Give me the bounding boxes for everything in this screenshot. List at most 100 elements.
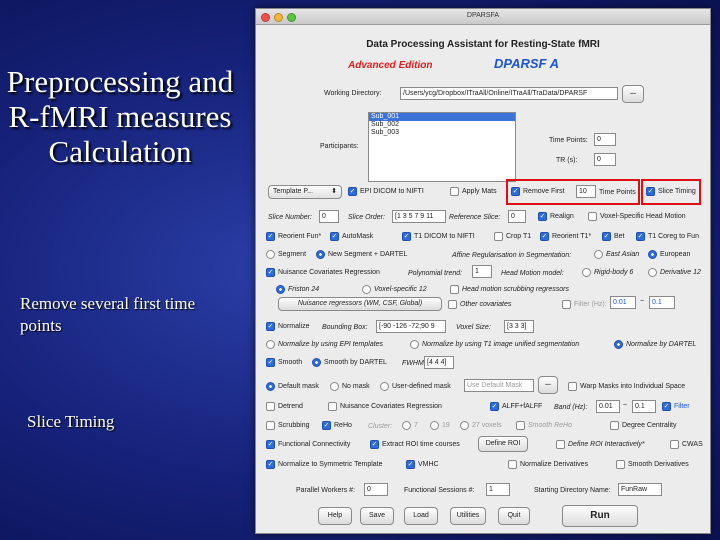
reho-checkbox[interactable]: ReHo xyxy=(322,421,352,430)
cluster-7-radio[interactable]: 7 xyxy=(402,421,418,430)
working-directory-browse-button[interactable]: ... xyxy=(622,85,644,103)
checkbox-icon xyxy=(450,285,459,294)
template-parameters-select[interactable]: Template P... ⬍ xyxy=(268,185,342,199)
other-covariates-checkbox[interactable]: Other covariates xyxy=(448,300,511,309)
checkbox-icon xyxy=(450,187,459,196)
mask-path-input[interactable]: Use Default Mask xyxy=(464,379,534,392)
quit-button[interactable]: Quit xyxy=(498,507,530,525)
reorient-fun-checkbox[interactable]: Reorient Fun* xyxy=(266,232,321,241)
note-remove-first: Remove several first time points xyxy=(20,294,196,335)
slice-timing-checkbox[interactable]: Slice Timing xyxy=(646,187,696,196)
filter-low-input[interactable]: 0.01 xyxy=(610,296,636,309)
reorient-t1-checkbox[interactable]: Reorient T1* xyxy=(540,232,591,241)
apply-mats-checkbox[interactable]: Apply Mats xyxy=(450,187,497,196)
extract-roi-checkbox[interactable]: Extract ROI time courses xyxy=(370,440,460,449)
cwas-checkbox[interactable]: CWAS xyxy=(670,440,703,449)
remove-first-checkbox[interactable]: Remove First xyxy=(511,187,565,196)
filter-checkbox[interactable]: Filter (Hz): xyxy=(562,300,607,309)
checkbox-icon xyxy=(322,421,331,430)
functional-connectivity-checkbox[interactable]: Functional Connectivity xyxy=(266,440,350,449)
mask-browse-button[interactable]: ... xyxy=(538,376,558,394)
utilities-button[interactable]: Utilities xyxy=(450,507,486,525)
working-directory-input[interactable]: /Users/ycg/Dropbox/ITraAll/Online/ITraAl… xyxy=(400,87,618,100)
alff-falff-checkbox[interactable]: ALFF+fALFF xyxy=(490,402,542,411)
automask-checkbox[interactable]: AutoMask xyxy=(330,232,373,241)
detrend-checkbox[interactable]: Detrend xyxy=(266,402,303,411)
starting-directory-input[interactable]: FunRaw xyxy=(618,483,662,496)
new-segment-dartel-radio[interactable]: New Segment + DARTEL xyxy=(316,250,407,259)
friston-24-radio[interactable]: Friston 24 xyxy=(276,285,319,294)
bet-checkbox[interactable]: Bet xyxy=(602,232,625,241)
fwhm-label: FWHM: xyxy=(402,360,426,367)
normalize-epi-radio[interactable]: Normalize by using EPI templates xyxy=(266,340,383,349)
normalize-checkbox[interactable]: Normalize xyxy=(266,322,310,331)
t1-coreg-to-fun-checkbox[interactable]: T1 Coreg to Fun xyxy=(636,232,699,241)
remove-first-input[interactable]: 10 xyxy=(576,185,596,198)
user-defined-mask-radio[interactable]: User-defined mask xyxy=(380,382,451,391)
band-high-input[interactable]: 0.1 xyxy=(632,400,656,413)
crop-t1-checkbox[interactable]: Crop T1 xyxy=(494,232,531,241)
voxel-size-input[interactable]: [3 3 3] xyxy=(504,320,534,333)
band-low-input[interactable]: 0.01 xyxy=(596,400,620,413)
cluster-27-radio[interactable]: 27 voxels xyxy=(460,421,502,430)
polynomial-trend-input[interactable]: 1 xyxy=(472,265,492,278)
help-button[interactable]: Help xyxy=(318,507,352,525)
nuisance-regression-2-checkbox[interactable]: Nuisance Covariates Regression xyxy=(328,402,442,411)
east-asian-radio[interactable]: East Asian xyxy=(594,250,639,259)
european-radio[interactable]: European xyxy=(648,250,690,259)
define-roi-button[interactable]: Define ROI xyxy=(478,436,528,452)
scrubbing-checkbox[interactable]: Scrubbing xyxy=(266,421,310,430)
nuisance-regressors-button[interactable]: Nuisance regressors (WM, CSF, Global) xyxy=(278,297,442,311)
save-button[interactable]: Save xyxy=(360,507,394,525)
realign-checkbox[interactable]: Realign xyxy=(538,212,574,221)
band-filter-checkbox[interactable]: Filter xyxy=(662,402,690,411)
tr-input[interactable]: 0 xyxy=(594,153,616,166)
fwhm-input[interactable]: [4 4 4] xyxy=(424,356,454,369)
reference-slice-input[interactable]: 0 xyxy=(508,210,526,223)
run-button[interactable]: Run xyxy=(562,505,638,527)
voxel-specific-head-motion-checkbox[interactable]: Voxel-Specific Head Motion xyxy=(588,212,686,221)
segment-radio[interactable]: Segment xyxy=(266,250,306,259)
smooth-derivatives-checkbox[interactable]: Smooth Derivatives xyxy=(616,460,689,469)
filter-high-input[interactable]: 0.1 xyxy=(649,296,675,309)
define-roi-interactively-checkbox[interactable]: Define ROI Interactively* xyxy=(556,440,645,449)
vmhc-checkbox[interactable]: VMHC xyxy=(406,460,439,469)
functional-sessions-input[interactable]: 1 xyxy=(486,483,510,496)
participants-list[interactable]: Sub_001 Sub_002 Sub_003 xyxy=(368,112,516,182)
checkbox-icon xyxy=(402,232,411,241)
degree-centrality-checkbox[interactable]: Degree Centrality xyxy=(610,421,676,430)
normalize-derivatives-checkbox[interactable]: Normalize Derivatives xyxy=(508,460,588,469)
radio-icon xyxy=(460,421,469,430)
slice-order-input[interactable]: [1 3 5 7 9 11 xyxy=(392,210,446,223)
time-points-input[interactable]: 0 xyxy=(594,133,616,146)
voxel-specific-12-radio[interactable]: Voxel-specific 12 xyxy=(362,285,427,294)
checkbox-icon xyxy=(490,402,499,411)
warp-masks-checkbox[interactable]: Warp Masks into Individual Space xyxy=(568,382,685,391)
normalize-dartel-radio[interactable]: Normalize by DARTEL xyxy=(614,340,696,349)
bounding-box-input[interactable]: [-90 -126 -72;90 9 xyxy=(376,320,446,333)
participant-item[interactable]: Sub_002 xyxy=(369,121,515,129)
smooth-by-dartel-radio[interactable]: Smooth by DARTEL xyxy=(312,358,387,367)
default-mask-radio[interactable]: Default mask xyxy=(266,382,319,391)
epi-dicom-to-nifti-checkbox[interactable]: EPI DICOM to NIFTI xyxy=(348,187,424,196)
scrubbing-regressors-checkbox[interactable]: Head motion scrubbing regressors xyxy=(450,285,569,294)
radio-icon xyxy=(276,285,285,294)
participant-item[interactable]: Sub_001 xyxy=(369,113,515,121)
derivative-12-radio[interactable]: Derivative 12 xyxy=(648,268,701,277)
cluster-19-radio[interactable]: 19 xyxy=(430,421,450,430)
nuisance-covariates-checkbox[interactable]: Nuisance Covariates Regression xyxy=(266,268,380,277)
participant-item[interactable]: Sub_003 xyxy=(369,129,515,137)
radio-icon xyxy=(266,340,275,349)
radio-icon xyxy=(582,268,591,277)
normalize-t1-radio[interactable]: Normalize by using T1 image unified segm… xyxy=(410,340,579,349)
load-button[interactable]: Load xyxy=(404,507,438,525)
slice-number-input[interactable]: 0 xyxy=(319,210,339,223)
t1-dicom-to-nifti-checkbox[interactable]: T1 DICOM to NIFTI xyxy=(402,232,475,241)
no-mask-radio[interactable]: No mask xyxy=(330,382,370,391)
rigid-body-6-radio[interactable]: Rigid-body 6 xyxy=(582,268,633,277)
smooth-reho-checkbox[interactable]: Smooth ReHo xyxy=(516,421,572,430)
smooth-checkbox[interactable]: Smooth xyxy=(266,358,302,367)
normalize-symmetric-checkbox[interactable]: Normalize to Symmetric Template xyxy=(266,460,383,469)
parallel-workers-input[interactable]: 0 xyxy=(364,483,388,496)
band-range-separator: ~ xyxy=(623,402,628,409)
